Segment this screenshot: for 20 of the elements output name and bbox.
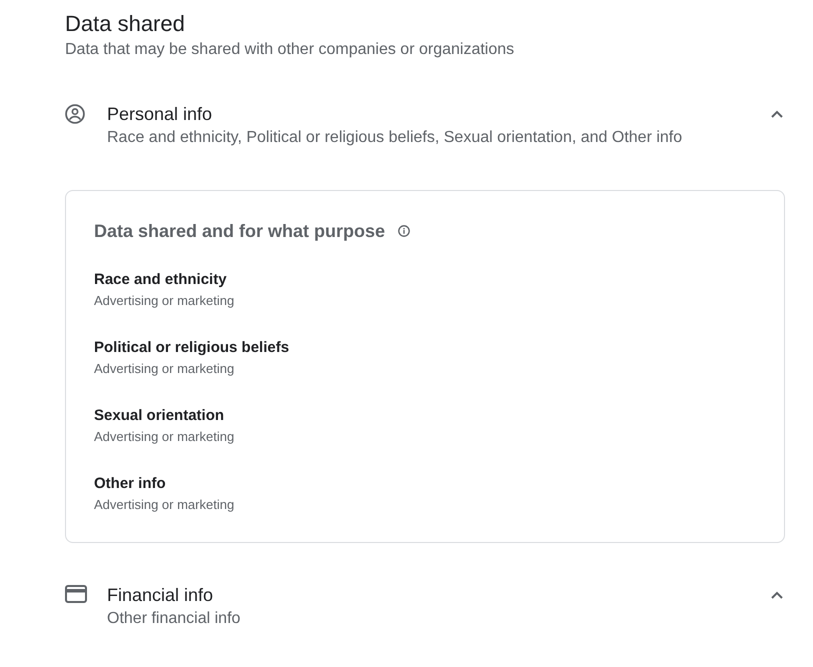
- chevron-up-icon[interactable]: [771, 110, 783, 118]
- category-title: Financial info: [107, 584, 214, 607]
- data-purpose: Advertising or marketing: [94, 428, 236, 446]
- data-purpose: Advertising or marketing: [94, 496, 236, 514]
- credit-card-icon: [65, 585, 87, 603]
- data-purpose: Advertising or marketing: [94, 292, 236, 310]
- section-title: Data shared: [65, 10, 186, 38]
- data-type-name: Race and ethnicity: [94, 270, 228, 290]
- data-type-name: Other info: [94, 474, 167, 494]
- category-summary: Other financial info: [107, 609, 242, 629]
- category-title: Personal info: [107, 103, 214, 126]
- category-summary: Race and ethnicity, Political or religious beliefs, Sexual orientation, and Other info: [107, 128, 684, 148]
- data-type-name: Sexual orientation: [94, 406, 226, 426]
- info-icon[interactable]: [398, 225, 410, 237]
- details-heading: Data shared and for what purpose: [94, 220, 386, 243]
- data-purpose: Advertising or marketing: [94, 360, 236, 378]
- data-type-name: Political or religious beliefs: [94, 338, 290, 358]
- chevron-up-icon[interactable]: [771, 591, 783, 599]
- section-subtitle: Data that may be shared with other companies or organizations: [65, 40, 516, 60]
- person-circle-icon: [65, 104, 85, 124]
